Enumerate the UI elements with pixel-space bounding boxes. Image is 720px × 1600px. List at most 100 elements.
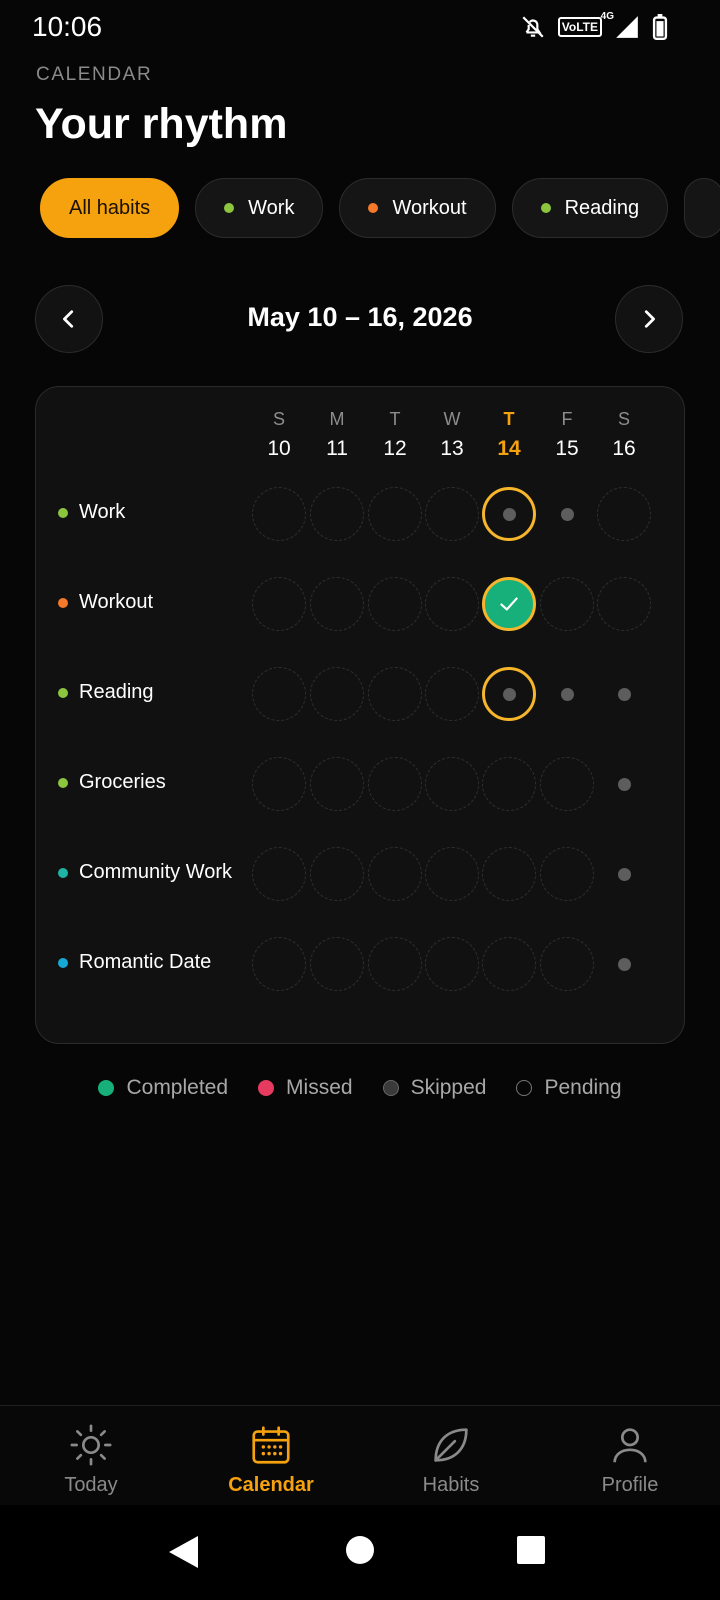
back-icon[interactable]	[168, 1535, 200, 1569]
chip-reading[interactable]: Reading	[511, 178, 669, 238]
day-number: 15	[555, 437, 579, 460]
day-cell-pending[interactable]	[310, 937, 364, 991]
day-cell-pending[interactable]	[540, 757, 594, 811]
legend-swatch	[516, 1080, 533, 1096]
day-cell-pending[interactable]	[540, 577, 594, 631]
week-range: May 10 – 16, 2026	[247, 302, 473, 332]
battery-icon	[652, 14, 668, 40]
day-cell-pending[interactable]	[252, 487, 306, 541]
legend-pending: Pending	[516, 1076, 622, 1100]
bottom-nav: Today Calendar Habits Profile	[0, 1405, 720, 1505]
day-cell-pending[interactable]	[310, 757, 364, 811]
day-cell-skipped[interactable]	[597, 757, 651, 811]
day-cell-today[interactable]	[482, 667, 536, 721]
legend-completed: Completed	[98, 1076, 228, 1100]
bell-off-icon	[522, 16, 544, 38]
day-cell-completed[interactable]	[482, 577, 536, 631]
day-cell-pending[interactable]	[310, 487, 364, 541]
day-letter: F	[561, 409, 573, 429]
status-time: 10:06	[32, 11, 103, 42]
nav-today[interactable]: Today	[21, 1422, 161, 1497]
legend-swatch	[258, 1080, 275, 1096]
day-cell-pending[interactable]	[425, 667, 479, 721]
chip-label: All habits	[69, 196, 151, 219]
legend-label: Skipped	[410, 1076, 487, 1099]
day-cell-pending[interactable]	[368, 577, 422, 631]
chip-more[interactable]	[684, 178, 720, 238]
day-cell-pending[interactable]	[597, 577, 651, 631]
page-title: Your rhythm	[35, 100, 288, 148]
nav-label: Profile	[601, 1474, 659, 1496]
habit-name: Romantic Date	[79, 951, 212, 973]
day-cell-pending[interactable]	[425, 487, 479, 541]
chip-label: Work	[248, 196, 295, 219]
day-cell-skipped[interactable]	[597, 937, 651, 991]
habit-row-label: Reading	[58, 681, 154, 704]
day-letter: S	[617, 409, 630, 429]
day-cell-today[interactable]	[482, 487, 536, 541]
chip-dot	[224, 203, 235, 213]
day-number: 12	[383, 437, 407, 460]
day-cell-skipped[interactable]	[540, 487, 594, 541]
day-letter: S	[272, 409, 285, 429]
habit-color-dot	[58, 867, 68, 878]
day-cell-pending[interactable]	[252, 577, 306, 631]
day-cell-pending[interactable]	[482, 847, 536, 901]
day-cell-pending[interactable]	[252, 667, 306, 721]
day-cell-pending[interactable]	[425, 577, 479, 631]
day-cell-pending[interactable]	[310, 577, 364, 631]
day-cell-skipped[interactable]	[597, 847, 651, 901]
day-header: S 10	[250, 409, 308, 461]
person-icon	[613, 1428, 647, 1463]
day-cell-pending[interactable]	[425, 757, 479, 811]
system-nav-bar	[0, 1505, 720, 1600]
next-week-button[interactable]	[615, 285, 683, 353]
day-letter: W	[443, 409, 461, 429]
status-bar: 10:06 VoLTE 4G	[0, 0, 720, 56]
nav-label: Today	[64, 1474, 118, 1496]
day-cell-pending[interactable]	[597, 487, 651, 541]
day-header: T 12	[366, 409, 424, 461]
day-cell-pending[interactable]	[425, 847, 479, 901]
recents-icon[interactable]	[516, 1535, 546, 1565]
sun-icon	[70, 1424, 112, 1466]
day-cell-pending[interactable]	[252, 937, 306, 991]
day-cell-skipped[interactable]	[597, 667, 651, 721]
day-cell-pending[interactable]	[252, 757, 306, 811]
habit-name: Groceries	[79, 771, 166, 793]
day-cell-pending[interactable]	[310, 667, 364, 721]
chip-work[interactable]: Work	[195, 178, 324, 238]
day-cell-pending[interactable]	[540, 847, 594, 901]
day-cell-pending[interactable]	[252, 847, 306, 901]
habit-name: Work	[79, 501, 126, 523]
day-cell-pending[interactable]	[368, 487, 422, 541]
leaf-icon	[434, 1428, 468, 1462]
chip-workout[interactable]: Workout	[339, 178, 496, 238]
chip-dot	[540, 203, 551, 213]
home-icon[interactable]	[345, 1535, 375, 1565]
habit-name: Workout	[79, 591, 154, 613]
day-header: S 16	[595, 409, 653, 461]
day-number: 16	[612, 437, 636, 460]
nav-profile[interactable]: Profile	[560, 1422, 700, 1497]
day-cell-pending[interactable]	[368, 847, 422, 901]
day-cell-pending[interactable]	[368, 667, 422, 721]
nav-calendar[interactable]: Calendar	[201, 1422, 341, 1497]
day-cell-pending[interactable]	[368, 757, 422, 811]
legend-skipped: Skipped	[382, 1076, 487, 1100]
day-cell-pending[interactable]	[482, 757, 536, 811]
day-cell-pending[interactable]	[310, 847, 364, 901]
nav-label: Habits	[422, 1474, 480, 1496]
day-cell-pending[interactable]	[425, 937, 479, 991]
chip-all-habits[interactable]: All habits	[40, 178, 180, 238]
check-icon	[500, 597, 518, 611]
day-letter: M	[329, 409, 345, 429]
habit-row-label: Work	[58, 501, 125, 524]
habit-color-dot	[58, 507, 68, 518]
nav-habits[interactable]: Habits	[381, 1422, 521, 1497]
day-cell-pending[interactable]	[540, 937, 594, 991]
day-cell-pending[interactable]	[482, 937, 536, 991]
habit-row-label: Romantic Date	[58, 951, 211, 974]
day-cell-skipped[interactable]	[540, 667, 594, 721]
day-cell-pending[interactable]	[368, 937, 422, 991]
